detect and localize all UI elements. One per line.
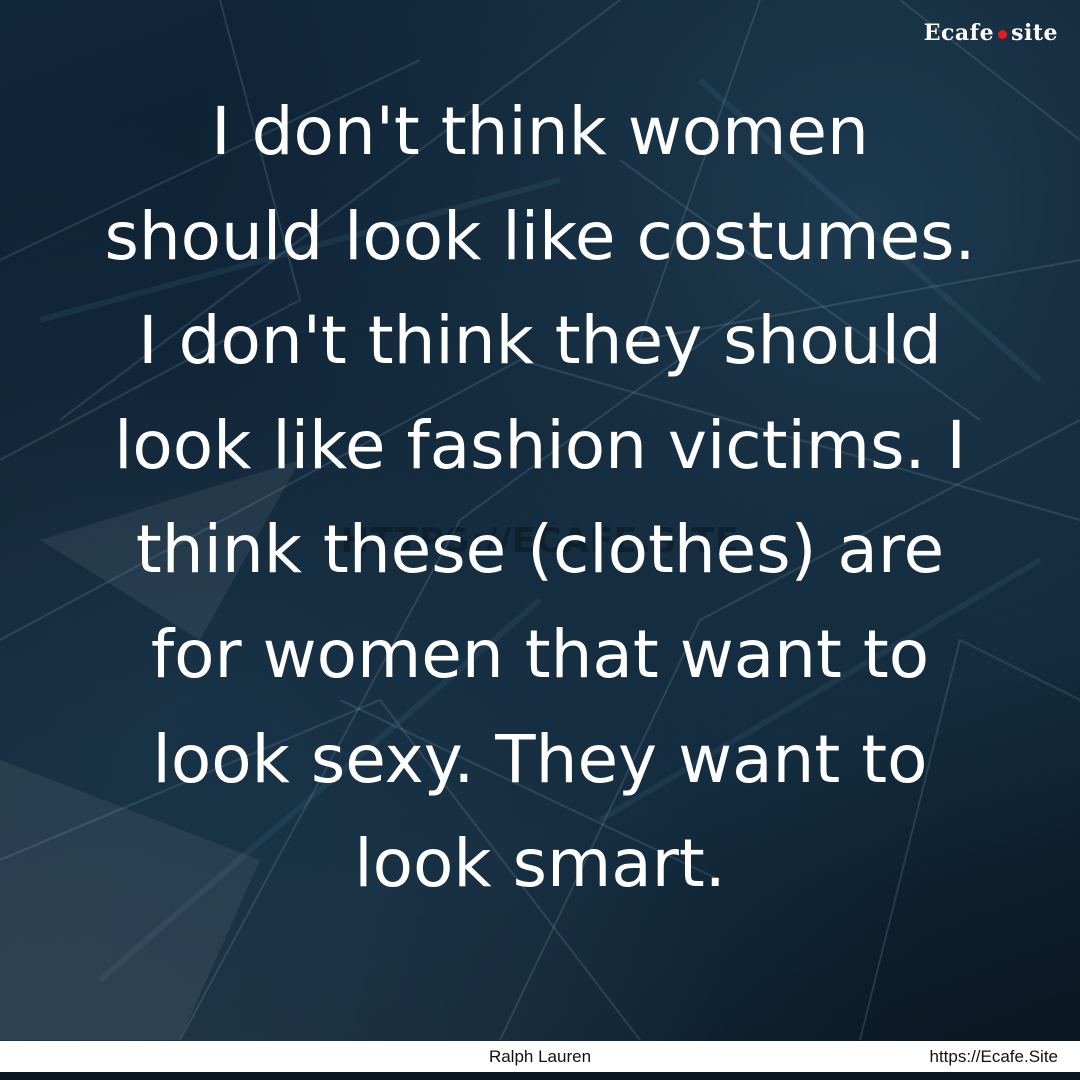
quote-author: Ralph Lauren: [488, 1047, 592, 1066]
site-logo-prefix: Ecafe: [923, 20, 995, 46]
quote-line: for women that want to: [150, 615, 930, 693]
quote-line: should look like costumes.: [104, 197, 976, 275]
bottom-strip: [0, 1072, 1080, 1080]
footer-bar: Ralph Lauren https://Ecafe.Site: [0, 1041, 1080, 1072]
quote-line: look smart.: [354, 825, 726, 903]
quote-line: I don't think women: [211, 93, 869, 170]
logo-dot-icon: [998, 30, 1008, 39]
quote-line: look sexy. They want to: [152, 720, 928, 798]
site-logo[interactable]: Ecafe site: [924, 20, 1058, 46]
quote-line: think these (clothes) are: [135, 511, 945, 589]
footer-site-link[interactable]: https://Ecafe.Site: [929, 1047, 1058, 1067]
site-logo-suffix: site: [1011, 20, 1058, 46]
quote-line: look like fashion victims. I: [114, 406, 966, 484]
quote-line: I don't think they should: [138, 302, 942, 380]
quote-text: I don't think women should look like cos…: [0, 80, 1080, 917]
quote-card: Ecafe site HTTPS://ECAFE.SITE I don't thi…: [0, 0, 1080, 1080]
